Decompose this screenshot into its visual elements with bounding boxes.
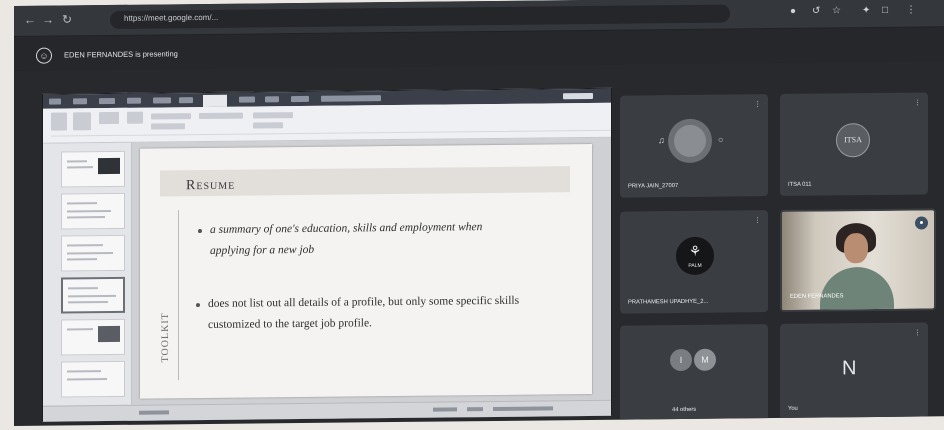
reload-icon[interactable]: ↻ bbox=[62, 12, 72, 26]
status-item bbox=[493, 406, 553, 411]
meet-window: ← → ↻ https://meet.google.com/... ● ↺ ☆ … bbox=[14, 0, 944, 426]
participant-tile[interactable]: ⋮ ♫ ○ PRIYA JAIN_27007 bbox=[620, 94, 768, 198]
extension-icon[interactable]: ✦ bbox=[862, 5, 870, 16]
ribbon-button bbox=[151, 123, 185, 130]
slide-thumbnail[interactable] bbox=[61, 150, 125, 188]
participant-name: ITSA 011 bbox=[788, 181, 812, 188]
presentation-screen: Resume TOOLKIT a summary of one's educat… bbox=[42, 87, 612, 422]
key-icon[interactable]: ● bbox=[790, 6, 796, 17]
ribbon-tab bbox=[321, 95, 381, 102]
arrow-left-icon[interactable]: ← bbox=[24, 13, 36, 27]
ribbon-button bbox=[51, 112, 67, 131]
ribbon-tab bbox=[99, 97, 115, 105]
slide-thumbnail[interactable] bbox=[61, 192, 125, 230]
participant-name: PRATHAMESH UPADHYE_2... bbox=[628, 298, 709, 306]
ribbon-tab bbox=[563, 92, 593, 100]
avatar-letter: N bbox=[842, 357, 857, 380]
more-options-icon[interactable]: ⋮ bbox=[914, 330, 921, 337]
avatar: ITSA bbox=[836, 123, 870, 158]
person-icon: ☺ bbox=[36, 47, 52, 64]
slide-thumbnail[interactable] bbox=[61, 318, 125, 356]
slide-thumbnail[interactable] bbox=[61, 360, 125, 398]
more-options-icon[interactable]: ⋮ bbox=[754, 217, 761, 224]
speaking-icon: ● bbox=[915, 216, 928, 230]
ribbon-button bbox=[99, 111, 119, 125]
mic-off-icon: ♫ bbox=[658, 135, 665, 146]
self-tile[interactable]: ⋮ N You bbox=[780, 322, 928, 420]
slide-thumbnail-selected[interactable] bbox=[61, 276, 125, 314]
avatar-photo bbox=[674, 124, 706, 158]
participant-tile[interactable]: ⋮ ⚘ PALM PRATHAMESH UPADHYE_2... bbox=[620, 210, 768, 314]
ribbon-tab bbox=[73, 98, 87, 105]
slide-canvas: Resume TOOLKIT a summary of one's educat… bbox=[132, 137, 611, 405]
ribbon-tab bbox=[127, 97, 141, 104]
window-icon[interactable]: □ bbox=[882, 5, 888, 16]
bullet-text: a summary of one's education, skills and… bbox=[210, 221, 483, 257]
ribbon-tab bbox=[291, 95, 309, 103]
slide-thumbnails bbox=[43, 142, 132, 406]
participant-name: PRIYA JAIN_27007 bbox=[628, 183, 679, 190]
video-person-face bbox=[844, 233, 868, 264]
url-text: https://meet.google.com/... bbox=[124, 12, 219, 23]
ribbon-tab bbox=[153, 97, 171, 104]
logo-icon: ⚘ bbox=[688, 242, 702, 259]
avatar-text: PALM bbox=[688, 262, 702, 269]
more-options-icon[interactable]: ⋮ bbox=[914, 100, 921, 107]
arrow-right-icon[interactable]: → bbox=[42, 13, 54, 27]
avatar: M bbox=[694, 348, 716, 371]
ribbon bbox=[43, 102, 611, 144]
ribbon-button bbox=[73, 112, 91, 131]
slide-thumbnail[interactable] bbox=[61, 234, 125, 272]
bullet-dot bbox=[198, 229, 202, 234]
slide-divider bbox=[178, 210, 179, 381]
ribbon-button bbox=[127, 111, 143, 124]
ribbon-tab bbox=[179, 97, 193, 104]
bullet-dot bbox=[196, 303, 200, 308]
camera-off-icon: ○ bbox=[718, 134, 724, 145]
participant-tile[interactable]: ⋮ ITSA ITSA 011 bbox=[780, 92, 928, 196]
menu-icon[interactable]: ⋮ bbox=[906, 5, 916, 16]
participant-name: EDEN FERNANDES bbox=[790, 293, 844, 300]
slide-title: Resume bbox=[186, 177, 236, 194]
avatar: ⚘ PALM bbox=[676, 236, 714, 276]
avatar: I bbox=[670, 348, 692, 372]
others-count: 44 others bbox=[672, 406, 697, 414]
ribbon-tab bbox=[239, 96, 255, 103]
more-options-icon[interactable]: ⋮ bbox=[754, 101, 761, 108]
ribbon-tab bbox=[265, 96, 279, 103]
status-item bbox=[139, 410, 169, 415]
others-tile[interactable]: I M 44 others bbox=[620, 324, 768, 422]
status-item bbox=[433, 407, 457, 412]
ribbon-button bbox=[151, 113, 191, 120]
participant-name: You bbox=[788, 405, 798, 412]
participant-tile-speaking[interactable]: ● EDEN FERNANDES bbox=[780, 208, 936, 312]
ribbon-button bbox=[253, 122, 283, 129]
ribbon-divider bbox=[51, 129, 611, 137]
slide: Resume TOOLKIT a summary of one's educat… bbox=[140, 143, 592, 399]
star-icon[interactable]: ☆ bbox=[832, 5, 841, 16]
status-item bbox=[467, 407, 483, 412]
presenting-banner: EDEN FERNANDES is presenting bbox=[64, 49, 178, 60]
ribbon-tab-active bbox=[203, 94, 227, 108]
share-icon[interactable]: ↺ bbox=[812, 6, 820, 17]
ribbon-button bbox=[253, 112, 293, 119]
slide-vertical-word: TOOLKIT bbox=[160, 312, 171, 363]
bullet-text: does not list out all details of a profi… bbox=[208, 294, 520, 331]
ribbon-tab bbox=[49, 98, 61, 105]
ribbon-button bbox=[199, 112, 243, 120]
